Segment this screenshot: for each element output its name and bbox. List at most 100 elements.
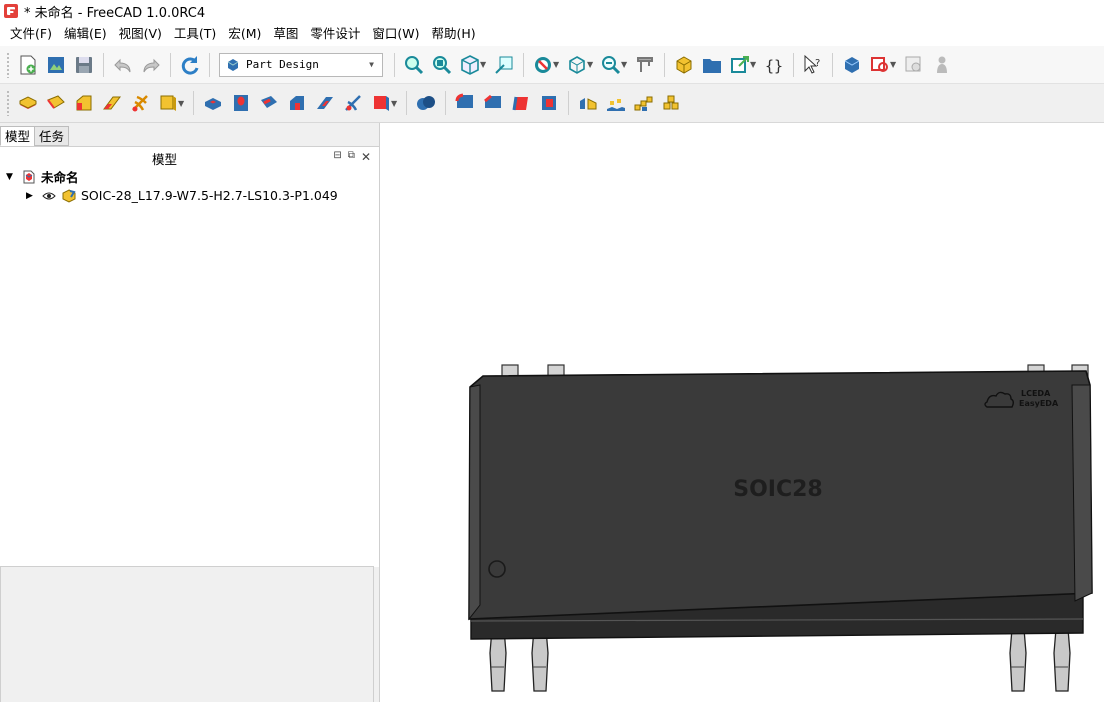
float-panel-icon[interactable]: ⧉ <box>348 150 355 164</box>
menu-view[interactable]: 视图(V) <box>113 22 168 46</box>
save-button[interactable] <box>70 50 98 80</box>
collapsed-arrow-icon[interactable]: ▶ <box>26 191 36 201</box>
subtractive-loft-icon <box>290 96 304 110</box>
additive-loft-button[interactable] <box>70 88 98 118</box>
combo-tabs: 模型 任务 <box>0 126 70 146</box>
pad-button[interactable] <box>14 88 42 118</box>
measure-button[interactable] <box>631 50 659 80</box>
workbench-selector[interactable]: Part Design ▼ <box>219 52 383 77</box>
chevron-down-icon[interactable]: ▼ <box>553 60 561 69</box>
toolbar-separator <box>568 91 569 115</box>
create-body-button[interactable] <box>838 50 866 80</box>
zoom-icon <box>602 55 621 74</box>
groove-button[interactable] <box>255 88 283 118</box>
toolbar-separator <box>103 52 104 77</box>
subtractive-helix-button[interactable] <box>339 88 367 118</box>
chevron-down-icon[interactable]: ▼ <box>391 99 399 108</box>
model-panel-title: 模型 <box>152 152 178 167</box>
revolution-icon <box>47 95 65 109</box>
menu-tools[interactable]: 工具(T) <box>168 22 222 46</box>
toolbar-separator <box>394 52 395 77</box>
menu-help[interactable]: 帮助(H) <box>426 22 482 46</box>
boolean-button[interactable] <box>412 88 440 118</box>
menu-bar: 文件(F) 编辑(E) 视图(V) 工具(T) 宏(M) 草图 零件设计 窗口(… <box>0 22 1104 46</box>
menu-part-design[interactable]: 零件设计 <box>304 22 366 46</box>
hole-button[interactable] <box>227 88 255 118</box>
thickness-button[interactable] <box>535 88 563 118</box>
property-panel <box>0 566 374 702</box>
toolbar-grip[interactable] <box>6 90 10 116</box>
clone-button[interactable] <box>928 50 956 80</box>
chevron-down-icon[interactable]: ▼ <box>178 99 186 108</box>
polar-pattern-button[interactable] <box>630 88 658 118</box>
create-group-button[interactable] <box>698 50 726 80</box>
multi-transform-button[interactable] <box>658 88 686 118</box>
redo-icon <box>143 58 160 72</box>
linear-pattern-icon <box>607 99 625 111</box>
3d-viewport[interactable]: SOIC28 LCEDA EasyEDA <box>380 123 1104 702</box>
soic28-model[interactable]: SOIC28 LCEDAEasyEDA <box>380 123 1104 702</box>
tab-model[interactable]: 模型 <box>0 126 36 146</box>
close-icon[interactable]: ✕ <box>361 150 371 164</box>
folder-icon <box>703 58 721 73</box>
menu-macro[interactable]: 宏(M) <box>222 22 267 46</box>
chevron-down-icon[interactable]: ▼ <box>621 60 629 69</box>
variable-set-button[interactable]: {} <box>760 50 788 80</box>
toolbar-separator <box>406 91 407 115</box>
tree-item[interactable]: ▶ SOIC-28_L17.9-W7.5-H2.7-LS10.3-P1.049 <box>0 186 379 205</box>
chevron-down-icon[interactable]: ▼ <box>750 60 758 69</box>
toolbar-grip[interactable] <box>6 51 10 78</box>
create-part-button[interactable] <box>670 50 698 80</box>
pad-icon <box>19 96 37 109</box>
chamfer-button[interactable] <box>479 88 507 118</box>
chip-body-side <box>1071 384 1093 602</box>
fit-all-button[interactable] <box>400 50 428 80</box>
fit-selection-button[interactable] <box>428 50 456 80</box>
whats-this-button[interactable]: ? <box>799 50 827 80</box>
validate-sketch-button[interactable] <box>900 50 928 80</box>
menu-edit[interactable]: 编辑(E) <box>58 22 113 46</box>
mirrored-button[interactable] <box>574 88 602 118</box>
linear-pattern-button[interactable] <box>602 88 630 118</box>
model-tree-panel: 模型 ⊟ ⧉ ✕ ▼ 未命名 ▶ SOIC-28_L17.9-W7.5-H2.7… <box>0 146 379 567</box>
new-document-button[interactable] <box>14 50 42 80</box>
additive-helix-button[interactable] <box>126 88 154 118</box>
fillet-button[interactable] <box>451 88 479 118</box>
eye-icon[interactable] <box>42 191 56 201</box>
chevron-down-icon[interactable]: ▼ <box>587 60 595 69</box>
draft-button[interactable] <box>507 88 535 118</box>
subtractive-loft-button[interactable] <box>283 88 311 118</box>
toolbar-separator <box>664 52 665 77</box>
help-cursor-icon: ? <box>804 54 820 74</box>
pocket-button[interactable] <box>199 88 227 118</box>
open-button[interactable] <box>42 50 70 80</box>
logo-text-lceda: LCEDA <box>1021 389 1051 398</box>
chevron-down-icon[interactable]: ▼ <box>890 60 898 69</box>
toolbar-separator <box>209 52 210 77</box>
new-document-icon <box>20 55 36 74</box>
svg-text:?: ? <box>815 58 820 69</box>
model-panel-header: 模型 ⊟ ⧉ ✕ <box>0 147 379 167</box>
revolution-button[interactable] <box>42 88 70 118</box>
tree-root-document[interactable]: ▼ 未命名 <box>0 167 379 186</box>
toolbar-separator <box>523 52 524 77</box>
menu-window[interactable]: 窗口(W) <box>366 22 425 46</box>
menu-sketch[interactable]: 草图 <box>267 22 304 46</box>
menu-file[interactable]: 文件(F) <box>4 22 58 46</box>
refresh-icon <box>181 55 199 75</box>
undo-button[interactable] <box>109 50 137 80</box>
sketch-icon <box>871 56 888 72</box>
subtractive-pipe-button[interactable] <box>311 88 339 118</box>
tab-tasks[interactable]: 任务 <box>34 126 70 146</box>
expanded-arrow-icon[interactable]: ▼ <box>6 172 16 182</box>
draw-style-icon <box>535 56 551 73</box>
refresh-button[interactable] <box>176 50 204 80</box>
chevron-down-icon[interactable]: ▼ <box>480 60 488 69</box>
additive-pipe-button[interactable] <box>98 88 126 118</box>
box-zoom-button[interactable] <box>490 50 518 80</box>
collapse-panel-icon[interactable]: ⊟ <box>333 150 341 164</box>
redo-button[interactable] <box>137 50 165 80</box>
pocket-icon <box>205 98 221 110</box>
workbench-label: Part Design <box>246 58 319 71</box>
chip-body-side <box>468 384 481 621</box>
